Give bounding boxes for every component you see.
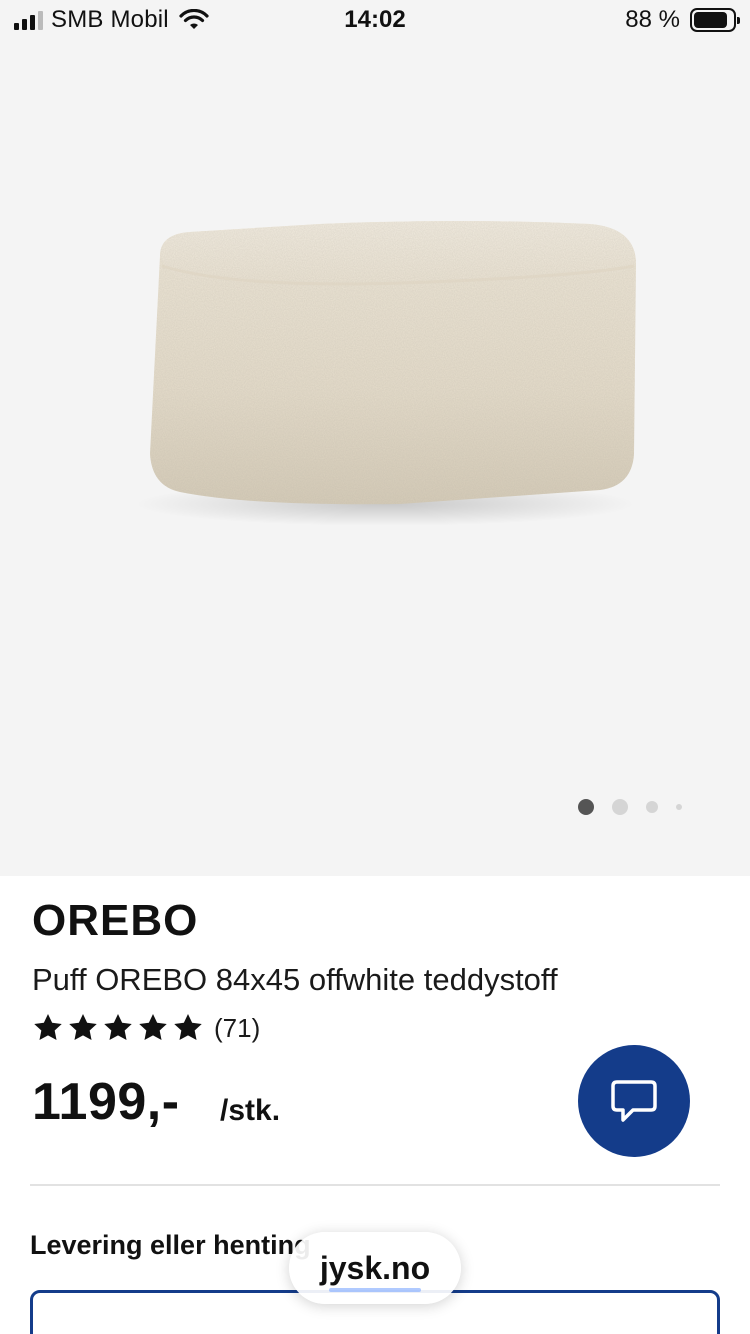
browser-address-bar[interactable]: jysk.no	[289, 1232, 461, 1304]
product-image	[135, 221, 636, 526]
status-right: 88 %	[625, 6, 740, 34]
section-divider	[30, 1184, 720, 1186]
carousel-dot[interactable]	[646, 801, 658, 813]
star-icon	[69, 1014, 97, 1040]
rating-count[interactable]: (71)	[214, 1013, 260, 1044]
chat-button[interactable]	[578, 1045, 690, 1157]
carousel-dot[interactable]	[612, 799, 628, 815]
url-text[interactable]: jysk.no	[320, 1250, 430, 1287]
product-rating[interactable]: (71)	[32, 1012, 260, 1044]
star-icon	[34, 1014, 62, 1040]
battery-fill	[694, 12, 728, 28]
carousel-indicator[interactable]	[578, 799, 682, 815]
chat-bubble-icon	[611, 1080, 657, 1122]
star-icon	[104, 1014, 132, 1040]
product-brand: OREBO	[32, 896, 199, 945]
page-load-progress	[329, 1288, 421, 1292]
battery-icon	[690, 8, 740, 32]
price-unit: /stk.	[220, 1094, 281, 1127]
product-image-gallery[interactable]	[0, 44, 750, 876]
battery-percent: 88 %	[625, 6, 680, 33]
rating-stars	[32, 1012, 204, 1044]
carousel-dot[interactable]	[676, 804, 682, 810]
carousel-dot-active[interactable]	[578, 799, 594, 815]
product-title: Puff OREBO 84x45 offwhite teddystoff	[32, 962, 558, 997]
star-icon	[174, 1014, 202, 1040]
status-bar: SMB Mobil 14:02 88 %	[0, 0, 750, 44]
delivery-heading: Levering eller henting	[30, 1230, 311, 1260]
star-icon	[139, 1014, 167, 1040]
product-price: 1199,-	[32, 1073, 180, 1131]
